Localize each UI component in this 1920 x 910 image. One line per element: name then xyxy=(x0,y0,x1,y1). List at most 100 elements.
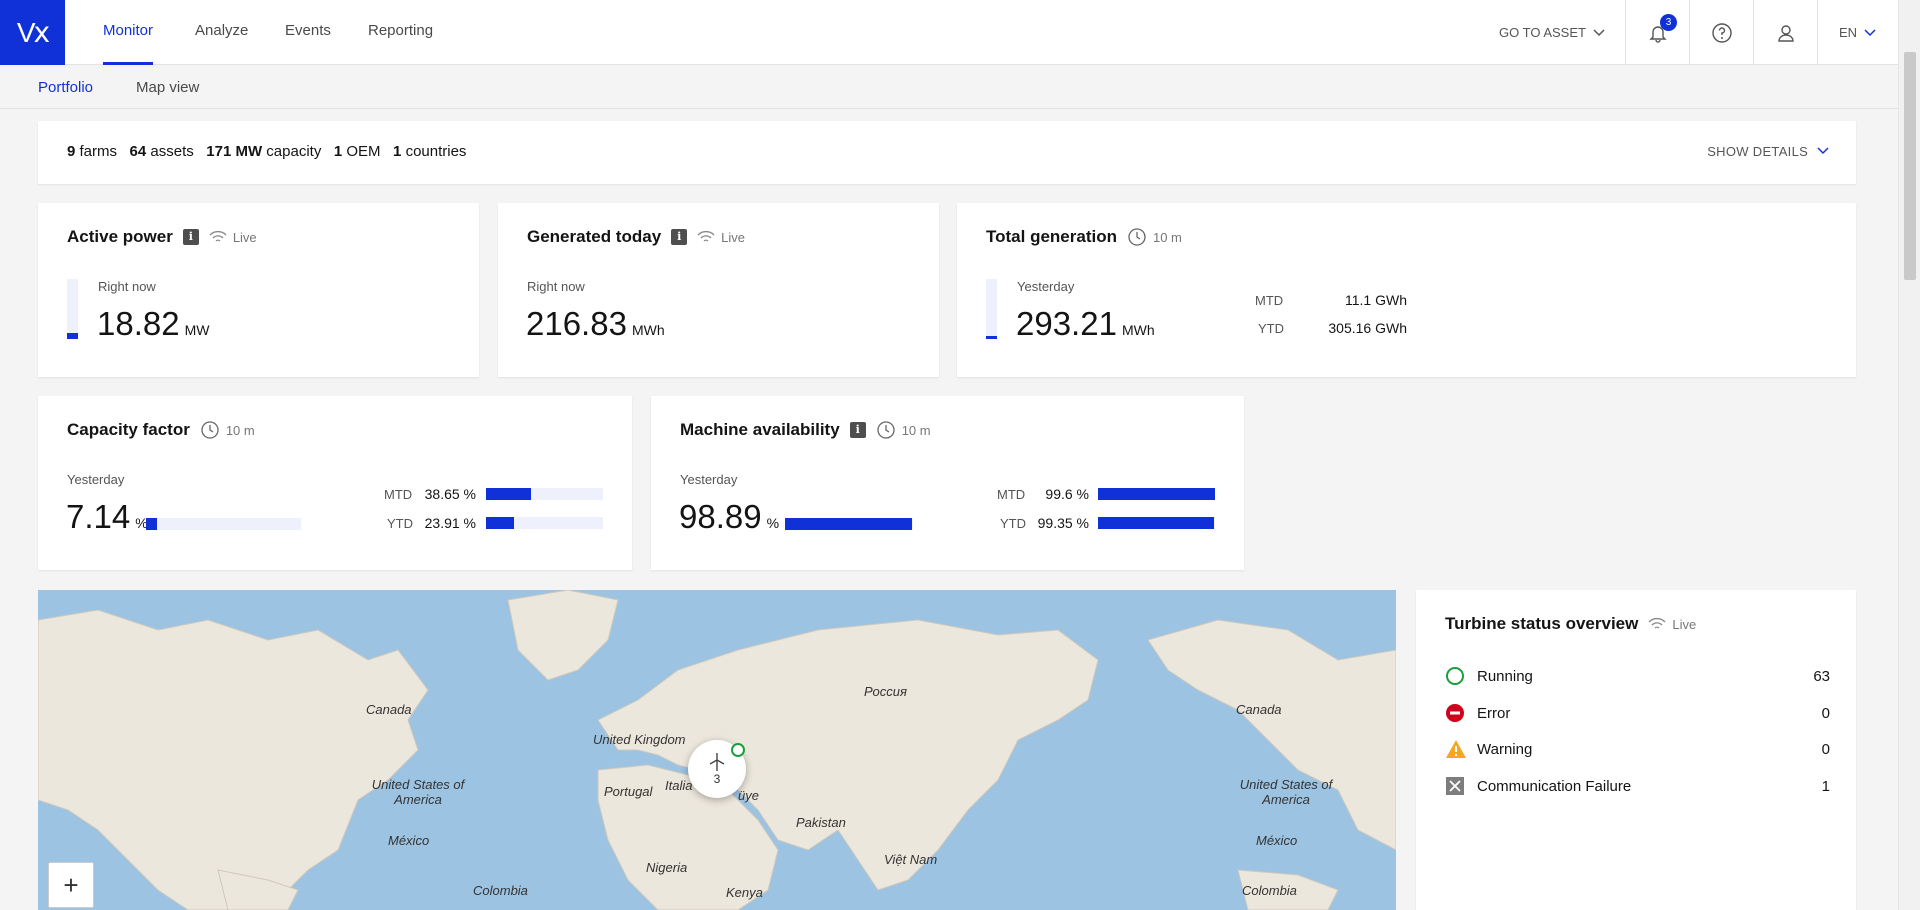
capacity-factor-title-row: Capacity factor 10 m xyxy=(67,420,255,440)
status-label: Warning xyxy=(1477,740,1533,758)
error-icon xyxy=(1446,704,1464,722)
map-label: United States of America xyxy=(371,777,465,807)
help-icon xyxy=(1711,22,1732,43)
capacity-factor-value: 7.14% xyxy=(66,498,148,536)
status-row-error[interactable]: Error 0 xyxy=(1445,703,1830,723)
ytd-value: 99.35 % xyxy=(1037,515,1089,531)
farms-label: farms xyxy=(79,143,118,160)
total-generation-value: 293.21 MWh xyxy=(1016,305,1155,343)
percent-fill xyxy=(785,518,912,530)
oem-count: 1 xyxy=(333,143,343,160)
assets-count: 64 xyxy=(129,143,147,160)
total-generation-level-bar xyxy=(986,279,997,339)
status-row-warning[interactable]: Warning 0 xyxy=(1445,739,1830,759)
nav-events[interactable]: Events xyxy=(285,0,331,65)
status-label: Error xyxy=(1477,704,1511,722)
clock-icon xyxy=(877,421,895,439)
help-button[interactable] xyxy=(1689,0,1753,65)
mtd-percent-bar xyxy=(486,488,603,500)
map-label: üye xyxy=(738,788,759,803)
refresh-label: 10 m xyxy=(1152,229,1182,245)
percent-fill xyxy=(486,488,532,500)
status-count: 63 xyxy=(1813,667,1830,685)
map-label: United Kingdom xyxy=(593,732,686,747)
info-icon[interactable]: i xyxy=(671,229,688,245)
page-scrollbar[interactable] xyxy=(1898,0,1920,910)
level-fill xyxy=(67,333,78,339)
yesterday-percent-bar xyxy=(785,518,913,530)
refresh-indicator: 10 m xyxy=(200,420,255,440)
mtd-percent-bar xyxy=(1098,488,1215,500)
total-generation-title-row: Total generation 10 m xyxy=(986,227,1182,247)
zoom-in-label: + xyxy=(63,869,79,900)
machine-availability-value: 98.89% xyxy=(679,498,779,536)
status-row-communication-failure[interactable]: Communication Failure 1 xyxy=(1445,776,1830,796)
capacity-value: 171 MW xyxy=(206,143,263,160)
scrollbar-thumb[interactable] xyxy=(1904,52,1916,280)
map-label: Việt Nam xyxy=(884,852,938,867)
wifi-icon xyxy=(209,230,227,242)
ytd-percent-bar xyxy=(486,517,603,529)
zoom-in-button[interactable]: + xyxy=(48,862,94,908)
status-row-running[interactable]: Running 63 xyxy=(1445,666,1830,686)
vestas-logo[interactable]: Vⅹ xyxy=(0,0,65,65)
chevron-down-icon xyxy=(1864,28,1876,36)
running-status-icon xyxy=(731,743,745,757)
ytd-value: 23.91 % xyxy=(424,515,476,531)
portfolio-map[interactable]: Canada Россия Canada United Kingdom Unit… xyxy=(38,590,1396,910)
live-indicator: Live xyxy=(209,230,257,245)
wifi-icon xyxy=(697,230,715,242)
live-label: Live xyxy=(232,229,257,245)
value: 7.14 xyxy=(66,498,131,535)
go-to-asset-dropdown[interactable]: GO TO ASSET xyxy=(1480,0,1625,65)
capacity-label: capacity xyxy=(266,143,322,160)
generated-today-card: Generated today i Live Right now 216.83 M… xyxy=(498,203,939,377)
nav-analyze[interactable]: Analyze xyxy=(195,0,248,65)
percent-fill xyxy=(1098,488,1215,500)
map-label: Nigeria xyxy=(646,860,688,875)
ytd-value: 305.16 GWh xyxy=(1328,320,1407,336)
go-to-asset-label: GO TO ASSET xyxy=(1499,25,1586,40)
notifications-button[interactable]: 3 xyxy=(1625,0,1689,65)
wifi-icon xyxy=(1648,617,1666,629)
refresh-label: 10 m xyxy=(901,422,931,438)
tab-map-view[interactable]: Map view xyxy=(136,79,199,96)
info-icon[interactable]: i xyxy=(182,229,199,245)
countries-count: 1 xyxy=(393,143,402,160)
show-details-button[interactable]: SHOW DETAILS xyxy=(1707,144,1830,159)
map-label: Kenya xyxy=(726,885,763,900)
tab-portfolio[interactable]: Portfolio xyxy=(38,79,93,96)
card-title: Capacity factor xyxy=(67,420,190,439)
map-label: Pakistan xyxy=(796,815,846,830)
map-label: Portugal xyxy=(604,784,653,799)
card-title: Machine availability xyxy=(680,420,840,439)
wind-turbine-icon xyxy=(709,753,725,771)
map-label: México xyxy=(1256,833,1298,848)
refresh-indicator: 10 m xyxy=(1127,227,1182,247)
map-label: Colombia xyxy=(473,883,528,898)
card-title: Generated today xyxy=(527,227,662,246)
unit: MWh xyxy=(1121,322,1155,338)
map-label: Colombia xyxy=(1242,883,1297,898)
nav-reporting[interactable]: Reporting xyxy=(368,0,433,65)
cluster-count: 3 xyxy=(713,772,721,786)
live-indicator: Live xyxy=(1648,617,1696,632)
portfolio-summary-card: 9 farms 64 assets 171 MW capacity 1 OEM … xyxy=(38,121,1856,184)
nav-monitor[interactable]: Monitor xyxy=(103,0,154,65)
right-now-label: Right now xyxy=(98,279,156,294)
status-count: 1 xyxy=(1821,777,1830,795)
card-title: Active power xyxy=(67,227,173,246)
refresh-indicator: 10 m xyxy=(876,420,931,440)
ytd-percent-bar xyxy=(1098,517,1215,529)
sub-navigation: Portfolio Map view xyxy=(0,66,1898,109)
assets-label: assets xyxy=(150,143,194,160)
active-power-level-bar xyxy=(67,279,78,339)
card-title: Turbine status overview xyxy=(1445,614,1639,633)
clock-icon xyxy=(201,421,219,439)
status-label: Running xyxy=(1477,667,1533,685)
language-selector[interactable]: EN xyxy=(1817,0,1898,65)
info-icon[interactable]: i xyxy=(849,422,866,438)
turbine-status-card: Turbine status overview Live Running 63 … xyxy=(1416,590,1856,910)
chevron-down-icon xyxy=(1817,147,1829,155)
user-profile-button[interactable] xyxy=(1753,0,1817,65)
